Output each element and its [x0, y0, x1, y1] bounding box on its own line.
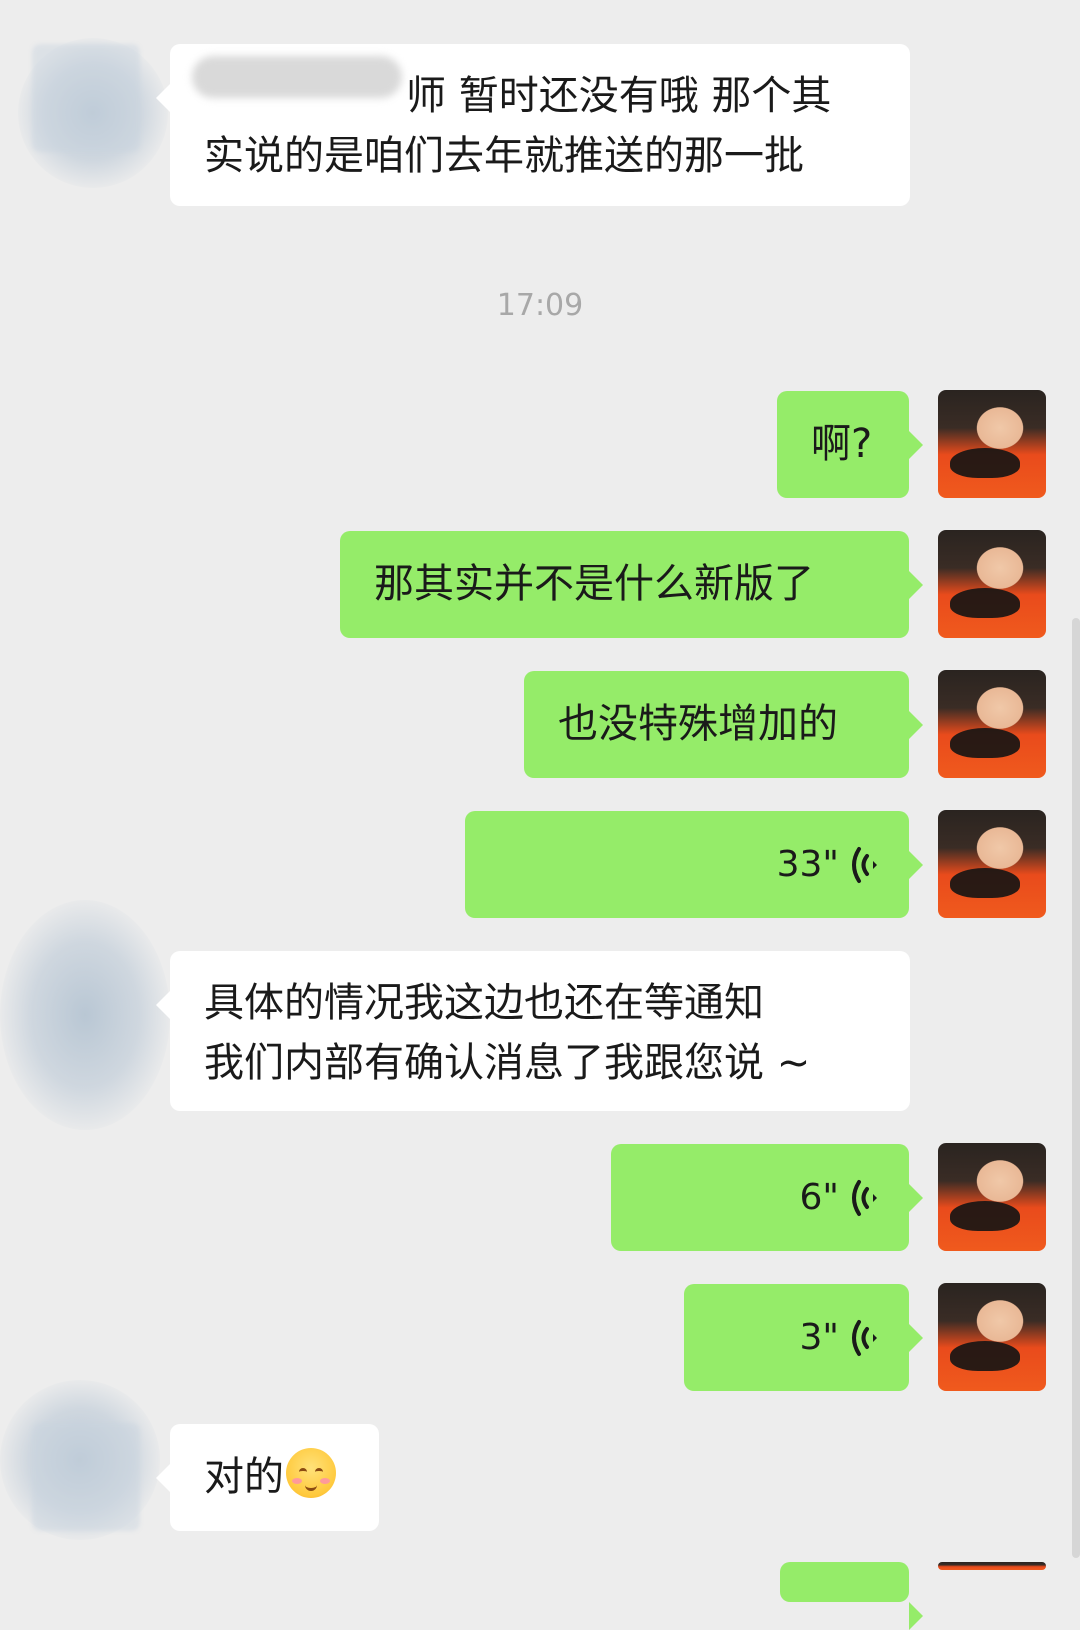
message-text: 那其实并不是什么新版了	[374, 561, 814, 607]
peer-avatar[interactable]	[32, 1423, 140, 1531]
voice-wave-icon	[852, 1319, 877, 1356]
message-bubble-incoming[interactable]: 具体的情况我这边也还在等通知 我们内部有确认消息了我跟您说 ~	[156, 951, 910, 1111]
message-bubble-outgoing[interactable]: 那其实并不是什么新版了	[340, 531, 923, 638]
self-avatar[interactable]	[938, 1562, 1046, 1570]
voice-message-bubble[interactable]: 6"	[611, 1144, 923, 1251]
voice-duration: 3"	[799, 1316, 839, 1358]
message-text: 也没特殊增加的	[558, 701, 838, 747]
message-text-line-2: 我们内部有确认消息了我跟您说 ~	[204, 1040, 811, 1086]
chat-timestamp: 17:09	[496, 288, 584, 323]
self-avatar[interactable]	[938, 1283, 1046, 1391]
self-avatar[interactable]	[938, 390, 1046, 498]
self-avatar[interactable]	[938, 1143, 1046, 1251]
self-avatar[interactable]	[938, 530, 1046, 638]
peer-avatar-blurred	[0, 900, 170, 1130]
self-avatar[interactable]	[938, 810, 1046, 918]
chat-view: 师 暂时还没有哦 那个其 实说的是咱们去年就推送的那一批 17:09 啊? 那其…	[0, 0, 1080, 1630]
smiling-blush-emoji	[286, 1448, 336, 1498]
voice-wave-icon	[852, 846, 877, 883]
message-bubble-incoming[interactable]: 对的	[156, 1424, 379, 1531]
peer-avatar[interactable]	[32, 44, 140, 152]
message-bubble-outgoing-partial[interactable]	[780, 1562, 923, 1630]
message-text: 对的	[204, 1447, 379, 1507]
voice-message-bubble[interactable]: 3"	[684, 1284, 923, 1391]
message-bubble-outgoing[interactable]: 啊?	[777, 391, 923, 498]
voice-duration: 6"	[799, 1176, 839, 1218]
scrollbar[interactable]	[1072, 618, 1080, 1558]
voice-wave-icon	[852, 1179, 877, 1216]
message-text-line-3: 实说的是咱们去年就推送的那一批	[204, 133, 804, 179]
redaction-blur	[192, 56, 402, 98]
voice-duration: 33"	[776, 843, 839, 885]
voice-message-bubble[interactable]: 33"	[465, 811, 923, 918]
message-text-line-1: 具体的情况我这边也还在等通知	[204, 980, 764, 1026]
self-avatar[interactable]	[938, 670, 1046, 778]
message-bubble-outgoing[interactable]: 也没特殊增加的	[524, 671, 923, 778]
message-text: 啊?	[811, 421, 873, 467]
